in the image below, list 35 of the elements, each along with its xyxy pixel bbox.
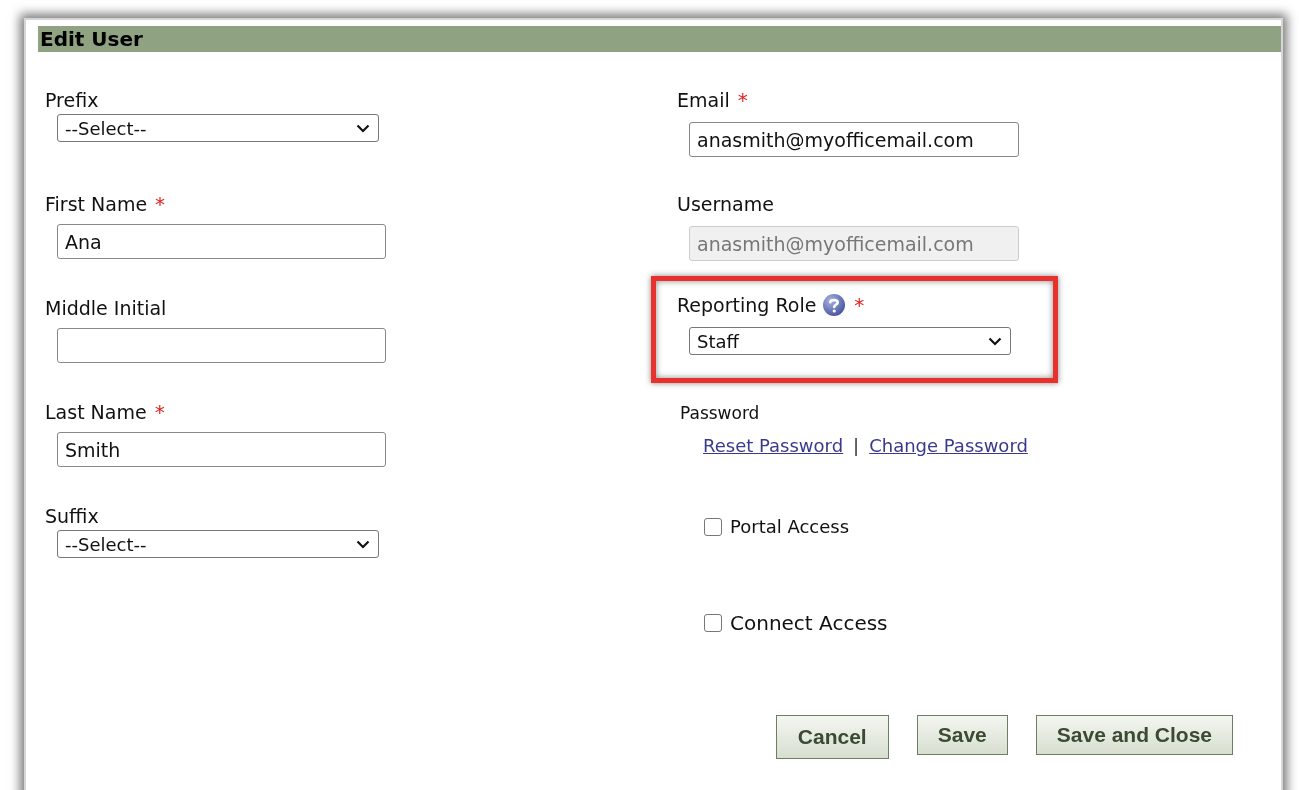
text-field[interactable] <box>57 328 386 363</box>
required-mark: * <box>155 192 166 216</box>
field-label: Username <box>677 193 774 215</box>
dropdown[interactable]: --Select-- <box>57 114 379 142</box>
field-label: Email <box>677 89 730 111</box>
field-label: Last Name <box>45 401 147 423</box>
required-mark: * <box>737 88 748 112</box>
field-label: Middle Initial <box>45 297 167 319</box>
chevron-down-icon <box>356 539 370 549</box>
chevron-down-icon <box>988 336 1002 346</box>
field-label: Prefix <box>45 89 99 111</box>
action-button[interactable]: Save <box>916 715 1008 755</box>
required-mark: * <box>154 400 165 424</box>
checkbox-label: Portal Access <box>730 516 850 537</box>
separator: | <box>853 435 860 456</box>
text-field[interactable]: Smith <box>57 432 386 467</box>
action-button[interactable]: Save and Close <box>1035 715 1233 755</box>
checkbox[interactable] <box>704 517 722 536</box>
field-label: Suffix <box>45 505 99 527</box>
text-field[interactable]: anasmith@myofficemail.com <box>689 122 1019 157</box>
dialog-title: Edit User <box>38 26 1281 52</box>
field-label: Reporting Role <box>677 294 817 316</box>
required-mark: * <box>854 293 865 317</box>
help-icon[interactable] <box>822 293 847 317</box>
reset-password-link[interactable]: Reset Password <box>703 435 844 456</box>
dropdown[interactable]: Staff <box>689 327 1011 355</box>
dropdown[interactable]: --Select-- <box>57 530 379 558</box>
checkbox[interactable] <box>704 614 722 632</box>
field-label: First Name <box>45 193 148 215</box>
checkbox-label: Connect Access <box>730 611 888 635</box>
chevron-down-icon <box>356 123 370 133</box>
password-label: Password <box>680 403 761 423</box>
change-password-link[interactable]: Change Password <box>869 435 1028 456</box>
action-button[interactable]: Cancel <box>775 715 889 759</box>
text-field[interactable]: Ana <box>57 224 386 259</box>
